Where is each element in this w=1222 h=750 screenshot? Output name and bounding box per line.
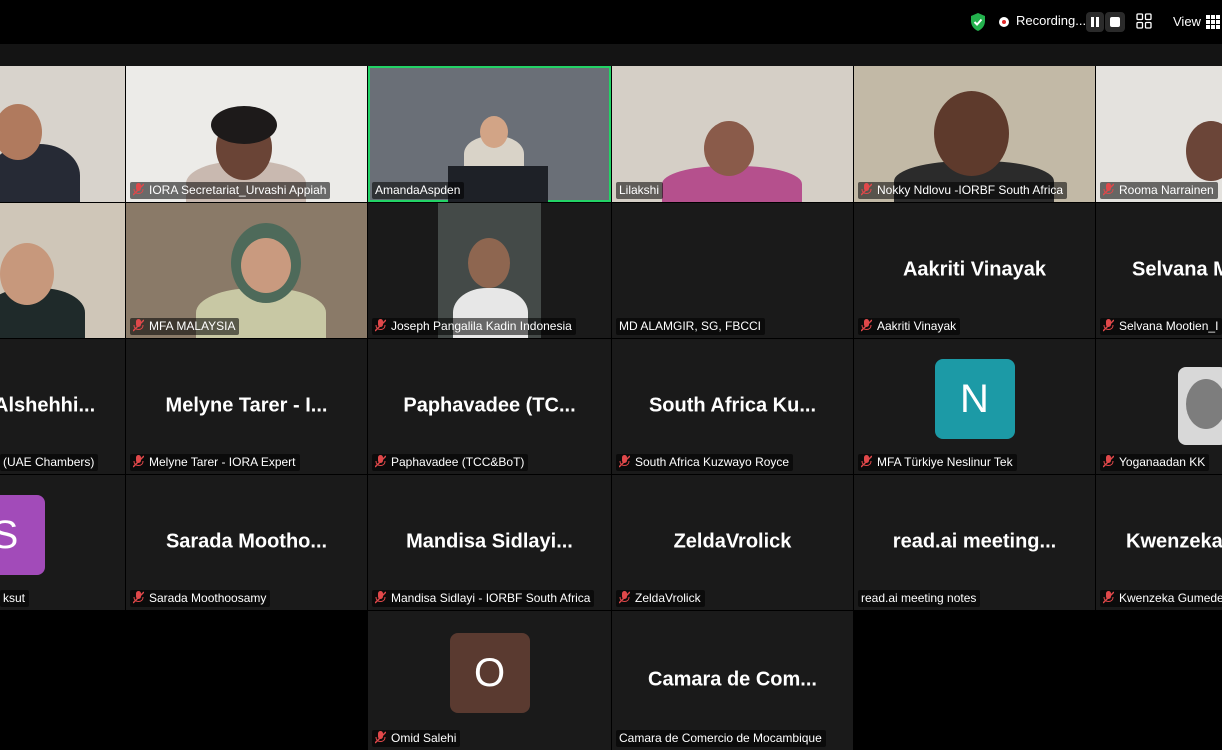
participant-display-name: South Africa Ku... bbox=[648, 393, 817, 416]
participant-display-name: Selvana M bbox=[1132, 257, 1222, 280]
top-spacer bbox=[0, 44, 1222, 66]
participant-tile[interactable]: Sarada Mootho... Sarada Moothoosamy bbox=[126, 475, 367, 610]
participant-display-name: Paphavadee (TC... bbox=[403, 393, 576, 416]
stop-recording-button[interactable] bbox=[1105, 12, 1125, 32]
participant-display-name: Aakriti Vinayak bbox=[902, 257, 1047, 280]
participant-name-label: Nokky Ndlovu -IORBF South Africa bbox=[858, 182, 1068, 199]
participant-tile[interactable]: S ksut bbox=[0, 475, 125, 610]
participant-name-label: ZeldaVrolick bbox=[616, 590, 705, 607]
participant-name-label: read.ai meeting notes bbox=[858, 590, 981, 607]
participant-tile[interactable]: Alshehhi... (UAE Chambers) bbox=[0, 339, 125, 474]
participant-tile[interactable] bbox=[0, 203, 125, 338]
participant-tile[interactable] bbox=[0, 66, 125, 202]
participant-tile[interactable]: N MFA Türkiye Neslinur Tek bbox=[854, 339, 1095, 474]
participant-display-name: Melyne Tarer - I... bbox=[165, 393, 328, 416]
participant-name-label: Camara de Comercio de Mocambique bbox=[616, 730, 826, 747]
participant-display-name: Sarada Mootho... bbox=[165, 529, 328, 552]
participant-tile[interactable]: Selvana M Selvana Mootien_I bbox=[1096, 203, 1222, 338]
participant-tile[interactable]: Lilakshi bbox=[612, 66, 853, 202]
participant-tile[interactable]: O Omid Salehi bbox=[368, 611, 611, 750]
participant-display-name: Kwenzeka bbox=[1126, 529, 1222, 552]
participant-tile[interactable]: MD ALAMGIR, SG, FBCCI bbox=[612, 203, 853, 338]
recording-status[interactable]: Recording... bbox=[1016, 13, 1086, 28]
muted-mic-icon bbox=[133, 455, 144, 468]
participant-display-name: read.ai meeting... bbox=[892, 529, 1057, 552]
avatar bbox=[1178, 367, 1222, 445]
participant-name-label: MFA MALAYSIA bbox=[130, 318, 240, 335]
participant-tile[interactable]: read.ai meeting... read.ai meeting notes bbox=[854, 475, 1095, 610]
muted-mic-icon bbox=[1103, 455, 1114, 468]
participant-name-label: Sarada Moothoosamy bbox=[130, 590, 271, 607]
participant-tile[interactable]: Melyne Tarer - I... Melyne Tarer - IORA … bbox=[126, 339, 367, 474]
muted-mic-icon bbox=[375, 455, 386, 468]
muted-mic-icon bbox=[375, 319, 386, 332]
muted-mic-icon bbox=[861, 319, 872, 332]
participant-display-name: Mandisa Sidlayi... bbox=[406, 529, 573, 552]
video-feed bbox=[0, 66, 125, 202]
avatar: S bbox=[0, 494, 45, 575]
participant-name-label: (UAE Chambers) bbox=[0, 454, 99, 471]
participant-name-label: MD ALAMGIR, SG, FBCCI bbox=[616, 318, 766, 335]
participant-name-label: AmandaAspden bbox=[372, 182, 465, 199]
meeting-top-bar: Recording... View bbox=[0, 0, 1222, 44]
participant-name-label: MFA Türkiye Neslinur Tek bbox=[858, 454, 1017, 471]
participant-name-label: South Africa Kuzwayo Royce bbox=[616, 454, 794, 471]
participant-name-label: Aakriti Vinayak bbox=[858, 318, 961, 335]
muted-mic-icon bbox=[861, 455, 872, 468]
participant-name-label: Mandisa Sidlayi - IORBF South Africa bbox=[372, 590, 595, 607]
participant-display-name: Alshehhi... bbox=[0, 393, 96, 416]
muted-mic-icon bbox=[133, 183, 144, 196]
participant-tile[interactable]: Camara de Com... Camara de Comercio de M… bbox=[612, 611, 853, 750]
muted-mic-icon bbox=[619, 591, 630, 604]
participant-name-label: IORA Secretariat_Urvashi Appiah bbox=[130, 182, 331, 199]
participant-tile[interactable]: Joseph Pangalila Kadin Indonesia bbox=[368, 203, 611, 338]
participant-tile[interactable]: IORA Secretariat_Urvashi Appiah bbox=[126, 66, 367, 202]
muted-mic-icon bbox=[1103, 183, 1114, 196]
muted-mic-icon bbox=[133, 591, 144, 604]
muted-mic-icon bbox=[375, 591, 386, 604]
participant-tile[interactable]: South Africa Ku... South Africa Kuzwayo … bbox=[612, 339, 853, 474]
avatar: N bbox=[934, 358, 1015, 439]
participant-name-label: Lilakshi bbox=[616, 182, 664, 199]
participant-name-label: ksut bbox=[0, 590, 30, 607]
muted-mic-icon bbox=[133, 319, 144, 332]
muted-mic-icon bbox=[375, 731, 386, 744]
gallery-view-icon[interactable] bbox=[1206, 15, 1220, 29]
participant-name-label: Paphavadee (TCC&BoT) bbox=[372, 454, 529, 471]
participant-name-label: Melyne Tarer - IORA Expert bbox=[130, 454, 300, 471]
participant-display-name: Camara de Com... bbox=[648, 667, 817, 690]
participant-tile[interactable]: Aakriti Vinayak Aakriti Vinayak bbox=[854, 203, 1095, 338]
shield-check-icon[interactable] bbox=[969, 12, 987, 32]
participant-tile[interactable]: Rooma Narrainen bbox=[1096, 66, 1222, 202]
video-feed bbox=[0, 203, 125, 338]
muted-mic-icon bbox=[1103, 591, 1114, 604]
participant-tile[interactable]: Yoganaadan KK bbox=[1096, 339, 1222, 474]
muted-mic-icon bbox=[619, 455, 630, 468]
participant-display-name: ZeldaVrolick bbox=[673, 529, 792, 552]
participant-name-label: Selvana Mootien_I bbox=[1100, 318, 1222, 335]
participant-name-label: Omid Salehi bbox=[372, 730, 461, 747]
record-dot-icon bbox=[999, 17, 1009, 27]
apps-grid-icon[interactable] bbox=[1136, 13, 1152, 29]
participant-tile[interactable]: Nokky Ndlovu -IORBF South Africa bbox=[854, 66, 1095, 202]
participant-tile[interactable]: Mandisa Sidlayi... Mandisa Sidlayi - IOR… bbox=[368, 475, 611, 610]
participant-name-label: Yoganaadan KK bbox=[1100, 454, 1210, 471]
participant-name-label: Rooma Narrainen bbox=[1100, 182, 1218, 199]
avatar: O bbox=[449, 632, 530, 713]
view-button[interactable]: View bbox=[1173, 14, 1201, 29]
muted-mic-icon bbox=[1103, 319, 1114, 332]
gallery-grid: IORA Secretariat_Urvashi Appiah AmandaAs… bbox=[0, 66, 1222, 750]
participant-name-label: Joseph Pangalila Kadin Indonesia bbox=[372, 318, 576, 335]
participant-tile[interactable]: Kwenzeka Kwenzeka Gumede bbox=[1096, 475, 1222, 610]
participant-tile[interactable]: Paphavadee (TC... Paphavadee (TCC&BoT) bbox=[368, 339, 611, 474]
participant-name-label: Kwenzeka Gumede bbox=[1100, 590, 1222, 607]
muted-mic-icon bbox=[861, 183, 872, 196]
pause-recording-button[interactable] bbox=[1086, 12, 1104, 32]
participant-tile[interactable]: MFA MALAYSIA bbox=[126, 203, 367, 338]
participant-tile[interactable]: ZeldaVrolick ZeldaVrolick bbox=[612, 475, 853, 610]
participant-tile-active-speaker[interactable]: AmandaAspden bbox=[368, 66, 611, 202]
